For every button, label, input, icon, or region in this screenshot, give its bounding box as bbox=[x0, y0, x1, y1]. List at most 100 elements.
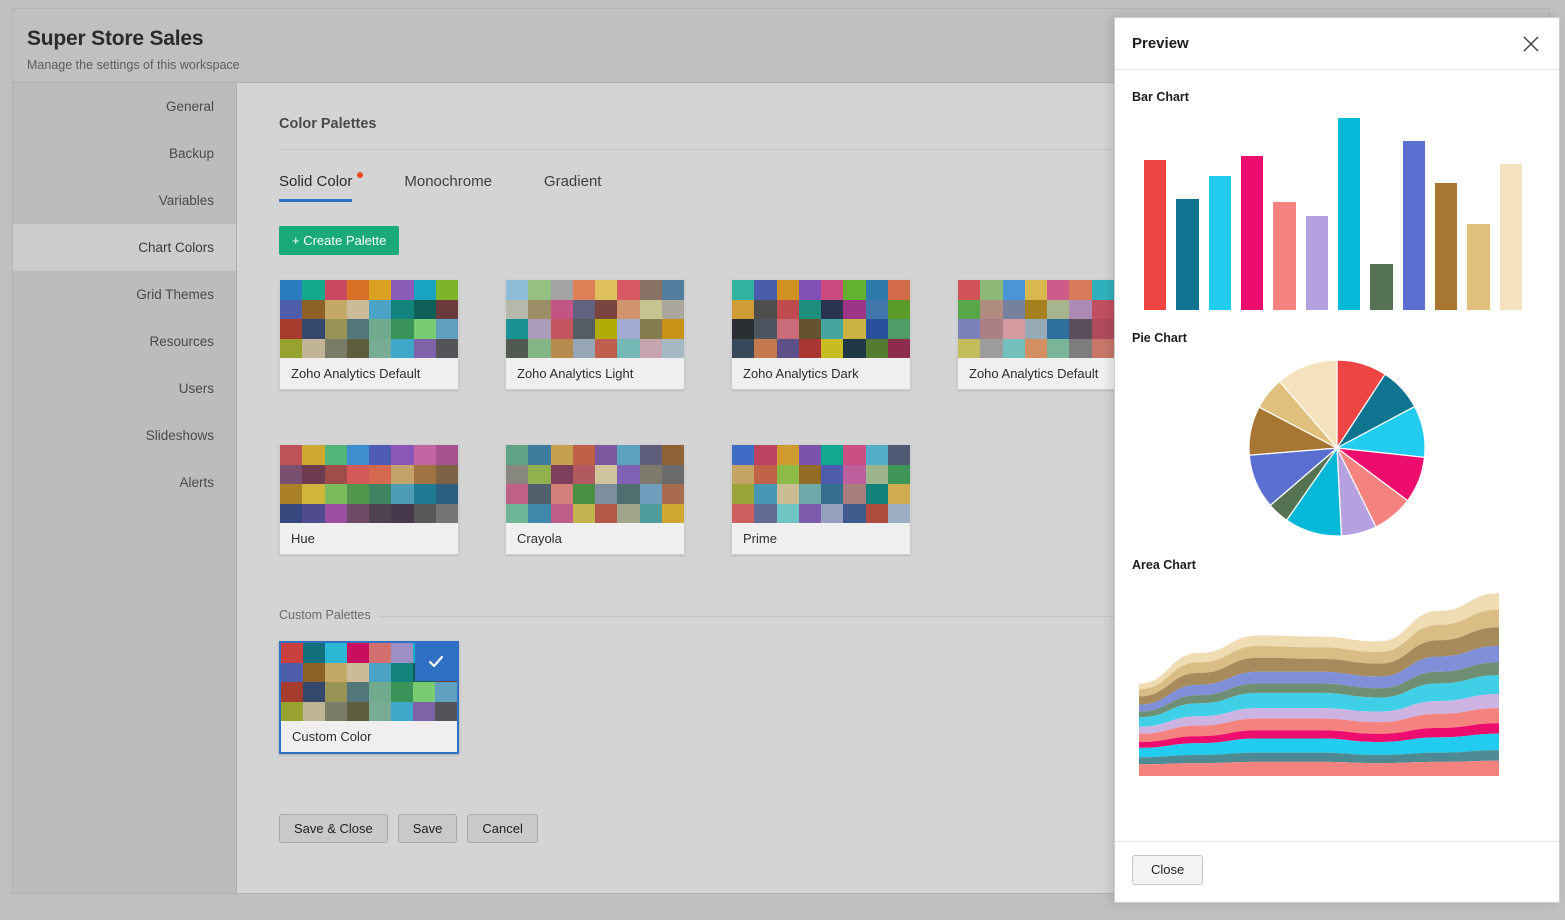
sidebar-item-users[interactable]: Users bbox=[13, 365, 236, 412]
preview-close-button[interactable]: Close bbox=[1132, 855, 1204, 885]
palette-swatch bbox=[843, 445, 866, 465]
palette-swatch bbox=[1024, 338, 1047, 359]
bar-chart-bar bbox=[1240, 156, 1264, 310]
create-palette-button[interactable]: + Create Palette bbox=[279, 226, 400, 255]
save-close-button[interactable]: Save & Close bbox=[279, 814, 388, 843]
palette-swatch bbox=[798, 503, 821, 524]
sidebar-item-alerts[interactable]: Alerts bbox=[13, 459, 236, 506]
sidebar-item-resources[interactable]: Resources bbox=[13, 318, 236, 365]
sidebar-item-label: Slideshows bbox=[145, 428, 214, 443]
palette-card-hue[interactable]: Hue bbox=[279, 444, 459, 556]
palette-swatch bbox=[302, 445, 325, 465]
palette-swatch bbox=[732, 484, 755, 504]
palette-swatch bbox=[572, 299, 595, 320]
bar-chart-bar bbox=[1176, 198, 1199, 310]
palette-swatch bbox=[843, 299, 866, 320]
palette-swatch bbox=[413, 299, 436, 320]
preview-body: Bar Chart Pie Chart Area Chart bbox=[1115, 69, 1559, 842]
palette-swatch bbox=[391, 338, 414, 359]
close-icon[interactable] bbox=[1518, 31, 1544, 57]
palette-swatch bbox=[435, 338, 458, 359]
palette-swatch bbox=[435, 682, 457, 702]
palette-swatch bbox=[776, 299, 799, 320]
palette-swatch bbox=[865, 445, 888, 465]
palette-swatch bbox=[528, 280, 551, 300]
palette-swatch bbox=[661, 445, 684, 465]
sidebar-item-general[interactable]: General bbox=[13, 83, 236, 130]
palette-swatch bbox=[798, 280, 821, 300]
palette-swatch bbox=[865, 464, 888, 485]
palette-card-prime[interactable]: Prime bbox=[731, 444, 911, 556]
palette-swatch bbox=[1024, 299, 1047, 320]
palette-swatch bbox=[1002, 338, 1025, 359]
palette-swatch bbox=[980, 319, 1003, 339]
bar-chart-title: Bar Chart bbox=[1132, 90, 1189, 104]
palette-swatch bbox=[347, 662, 369, 683]
tab-label: Monochrome bbox=[404, 173, 492, 190]
palette-card-zoho-analytics-dark[interactable]: Zoho Analytics Dark bbox=[731, 279, 911, 391]
palette-swatch bbox=[754, 280, 777, 300]
palette-swatch bbox=[369, 299, 392, 320]
palette-swatch bbox=[776, 503, 799, 524]
sidebar-item-variables[interactable]: Variables bbox=[13, 177, 236, 224]
palette-swatch bbox=[595, 484, 618, 504]
palette-swatch bbox=[639, 445, 662, 465]
palette-swatch bbox=[595, 319, 618, 339]
palette-card-crayola[interactable]: Crayola bbox=[505, 444, 685, 556]
palette-swatch bbox=[843, 319, 866, 339]
palette-swatch bbox=[617, 299, 640, 320]
palette-name: Hue bbox=[280, 523, 458, 555]
palette-swatch bbox=[391, 643, 413, 663]
cancel-button[interactable]: Cancel bbox=[467, 814, 538, 843]
palette-swatch bbox=[281, 662, 303, 683]
palette-swatch bbox=[958, 280, 981, 300]
palette-swatch bbox=[391, 484, 414, 504]
palette-swatch bbox=[413, 503, 436, 524]
sidebar-item-backup[interactable]: Backup bbox=[13, 130, 236, 177]
palette-swatch bbox=[980, 338, 1003, 359]
palette-swatch bbox=[550, 280, 573, 300]
palette-swatch bbox=[303, 662, 325, 683]
palette-swatch bbox=[572, 484, 595, 504]
palette-card-zoho-analytics-default[interactable]: Zoho Analytics Default bbox=[957, 279, 1137, 391]
bar-chart-bar bbox=[1467, 223, 1490, 310]
palette-swatch bbox=[280, 319, 303, 339]
palette-swatch bbox=[572, 280, 595, 300]
tab-label: Solid Color bbox=[279, 173, 353, 190]
palette-swatch bbox=[1069, 280, 1092, 300]
palette-swatch bbox=[1047, 299, 1070, 320]
palette-swatch bbox=[776, 338, 799, 359]
palette-swatch bbox=[435, 319, 458, 339]
palette-swatch bbox=[435, 299, 458, 320]
bar-chart bbox=[1139, 118, 1527, 310]
sidebar-item-grid-themes[interactable]: Grid Themes bbox=[13, 271, 236, 318]
palette-card-custom-color[interactable]: Custom Color bbox=[279, 641, 459, 755]
sidebar-item-chart-colors[interactable]: Chart Colors bbox=[13, 224, 236, 271]
palette-swatch bbox=[754, 338, 777, 359]
tab-gradient[interactable]: Gradient bbox=[544, 173, 602, 199]
palette-swatch bbox=[413, 484, 436, 504]
palette-swatch bbox=[1047, 338, 1070, 359]
palette-swatch bbox=[391, 701, 413, 722]
palette-card-zoho-analytics-default[interactable]: Zoho Analytics Default bbox=[279, 279, 459, 391]
sidebar-item-slideshows[interactable]: Slideshows bbox=[13, 412, 236, 459]
palette-swatch bbox=[280, 299, 303, 320]
tab-monochrome[interactable]: Monochrome bbox=[404, 173, 492, 199]
bar-chart-bar bbox=[1499, 164, 1523, 310]
palette-swatch bbox=[1069, 338, 1092, 359]
palette-swatch bbox=[528, 503, 551, 524]
palette-swatch bbox=[506, 319, 529, 339]
save-button[interactable]: Save bbox=[397, 814, 458, 843]
palette-swatch bbox=[324, 503, 347, 524]
palette-card-zoho-analytics-light[interactable]: Zoho Analytics Light bbox=[505, 279, 685, 391]
palette-swatch bbox=[843, 280, 866, 300]
palette-swatch bbox=[550, 338, 573, 359]
palette-swatch bbox=[887, 484, 910, 504]
palette-swatch bbox=[639, 319, 662, 339]
palette-swatch bbox=[369, 464, 392, 485]
tab-solid-color[interactable]: Solid Color bbox=[279, 172, 364, 202]
palette-swatch bbox=[732, 464, 755, 485]
palette-swatch bbox=[572, 464, 595, 485]
palette-swatch bbox=[617, 319, 640, 339]
palette-swatch bbox=[506, 280, 529, 300]
